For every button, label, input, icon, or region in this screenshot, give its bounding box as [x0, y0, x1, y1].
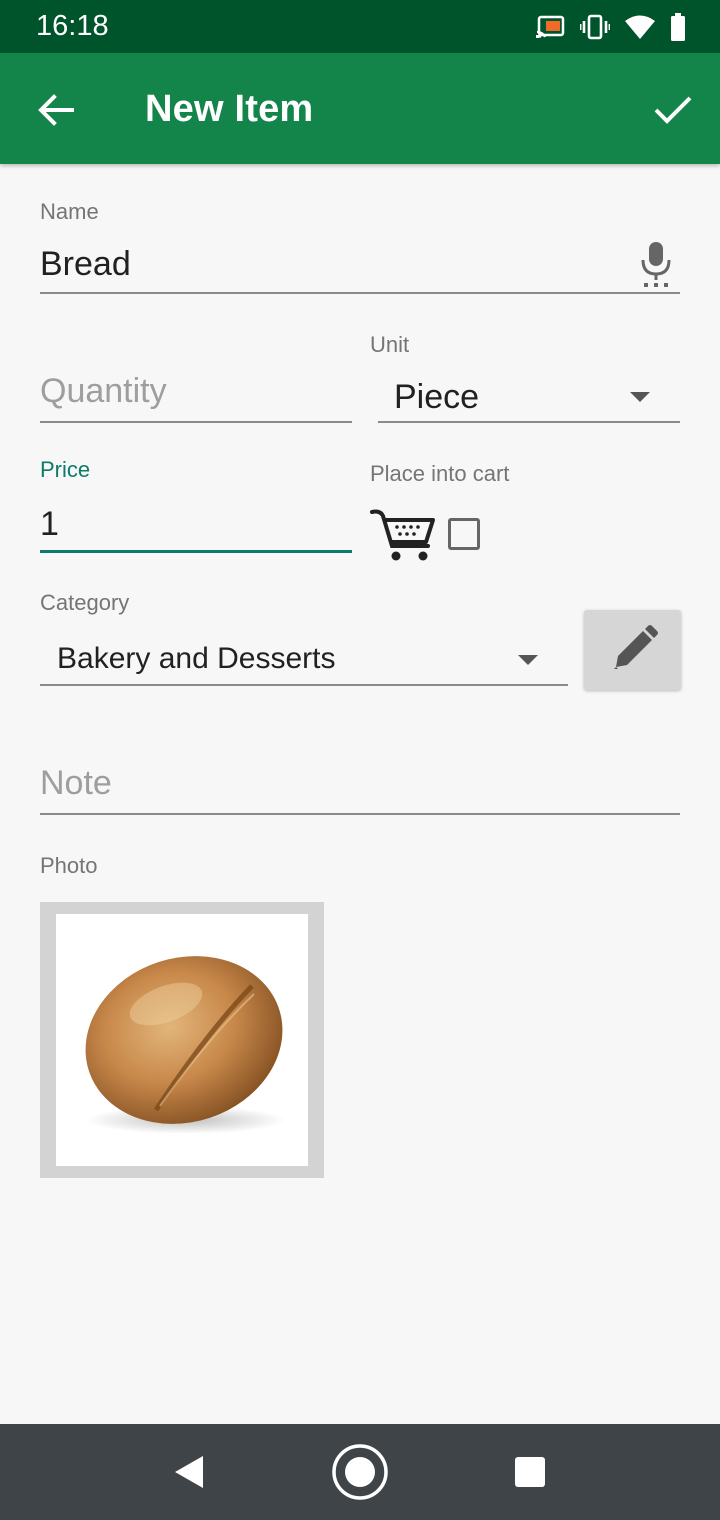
unit-underline [378, 421, 680, 423]
save-button[interactable] [645, 84, 701, 136]
item-photo[interactable] [56, 914, 308, 1166]
note-field[interactable]: Note [40, 764, 112, 803]
page-title: New Item [145, 88, 314, 130]
wifi-icon [625, 15, 655, 39]
voice-input-button[interactable] [636, 240, 676, 288]
battery-icon [671, 13, 685, 41]
cast-icon [536, 15, 565, 39]
back-triangle-icon [175, 1456, 203, 1488]
pencil-icon [613, 625, 658, 669]
quantity-field[interactable]: Quantity [40, 372, 167, 411]
category-selected-value: Bakery and Desserts [57, 642, 336, 675]
name-field[interactable]: Bread [40, 245, 131, 284]
nav-home-button[interactable] [330, 1442, 390, 1502]
microphone-icon [641, 242, 671, 287]
arrow-back-icon [38, 94, 74, 126]
price-label: Price [40, 457, 91, 482]
home-circle-icon [332, 1444, 388, 1500]
unit-label: Unit [370, 332, 410, 357]
category-label: Category [40, 590, 130, 615]
name-underline [40, 292, 680, 294]
category-dropdown[interactable]: Bakery and Desserts [40, 634, 568, 686]
recents-square-icon [515, 1457, 545, 1487]
cart-label: Place into cart [370, 461, 510, 486]
nav-back-button[interactable] [160, 1444, 216, 1500]
note-underline [40, 813, 680, 815]
check-icon [654, 96, 692, 124]
edit-category-button[interactable] [584, 610, 681, 690]
vibrate-icon [580, 14, 610, 40]
status-icons [536, 13, 686, 41]
unit-selected-value: Piece [394, 378, 480, 416]
name-label: Name [40, 199, 99, 224]
place-into-cart-checkbox[interactable] [448, 518, 480, 550]
unit-dropdown[interactable]: Piece [378, 372, 680, 422]
back-button[interactable] [30, 86, 82, 134]
chevron-down-icon [630, 392, 650, 402]
photo-label: Photo [40, 853, 98, 878]
quantity-underline [40, 421, 352, 423]
cart-icon [370, 506, 436, 564]
app-bar [0, 53, 720, 164]
chevron-down-icon [518, 655, 538, 665]
price-underline [40, 550, 352, 553]
status-time: 16:18 [36, 10, 109, 42]
price-field[interactable]: 1 [40, 505, 59, 544]
category-underline [40, 684, 568, 686]
nav-recents-button[interactable] [502, 1444, 558, 1500]
